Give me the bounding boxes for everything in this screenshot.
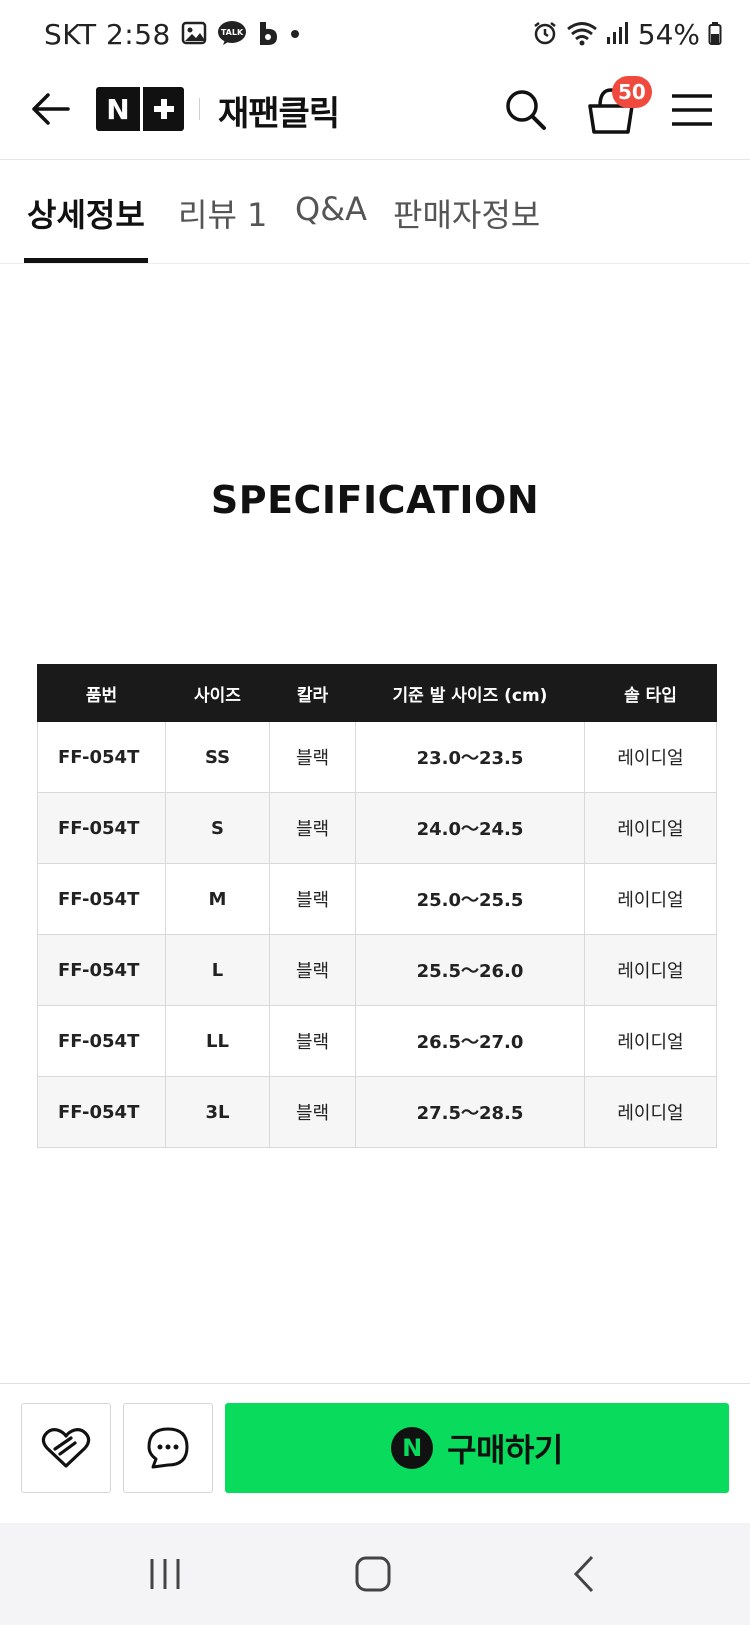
cell-foot-size: 24.0～24.5	[355, 792, 585, 864]
svg-text:TALK: TALK	[221, 28, 244, 37]
back-button[interactable]	[28, 86, 74, 132]
recent-apps-button[interactable]	[140, 1551, 190, 1597]
header-size: 사이즈	[165, 664, 270, 722]
cell-foot-size: 25.0～25.5	[355, 863, 585, 935]
cell-sole-type: 레이디얼	[584, 792, 717, 864]
cell-color: 블랙	[269, 792, 356, 864]
notification-dot-icon	[289, 20, 301, 50]
cell-color: 블랙	[269, 721, 356, 793]
cart-count-badge: 50	[612, 76, 652, 108]
menu-button[interactable]	[670, 90, 714, 130]
cell-foot-size: 27.5～28.5	[355, 1076, 585, 1148]
header-model: 품번	[37, 664, 166, 722]
cell-size: M	[165, 863, 270, 935]
cell-sole-type: 레이디얼	[584, 1076, 717, 1148]
cell-size: SS	[165, 721, 270, 793]
header-sole-type: 솔 타입	[584, 664, 717, 722]
cell-foot-size: 23.0～23.5	[355, 721, 585, 793]
cell-color: 블랙	[269, 1076, 356, 1148]
header-color: 칼라	[269, 664, 356, 722]
status-right: 54%	[532, 18, 722, 51]
home-icon	[355, 1556, 391, 1592]
app-header: N 재팬클릭 50	[0, 70, 750, 160]
table-row: FF-054T LL 블랙 26.5～27.0 레이디얼	[37, 1005, 717, 1077]
cell-size: L	[165, 934, 270, 1006]
logo-n-text: N	[106, 92, 130, 126]
chevron-left-icon	[573, 1555, 594, 1593]
wifi-icon	[566, 20, 598, 50]
cell-sole-type: 레이디얼	[584, 1005, 717, 1077]
cell-model: FF-054T	[37, 934, 166, 1006]
wishlist-button[interactable]	[21, 1403, 111, 1493]
tab-reviews[interactable]: 리뷰 1	[178, 190, 267, 236]
cell-color: 블랙	[269, 863, 356, 935]
tab-qna[interactable]: Q&A	[295, 190, 367, 228]
search-button[interactable]	[502, 86, 550, 134]
naver-plus-logo[interactable]: N	[96, 87, 184, 131]
cell-sole-type: 레이디얼	[584, 934, 717, 1006]
table-row: FF-054T M 블랙 25.0～25.5 레이디얼	[37, 863, 717, 935]
active-tab-indicator	[24, 258, 148, 263]
cell-model: FF-054T	[37, 1005, 166, 1077]
cell-sole-type: 레이디얼	[584, 863, 717, 935]
cell-model: FF-054T	[37, 721, 166, 793]
table-header-row: 품번 사이즈 칼라 기준 발 사이즈 (cm) 솔 타입	[37, 664, 717, 722]
arrow-left-icon	[32, 93, 70, 125]
hamburger-menu-icon	[672, 94, 712, 126]
product-tabs: 상세정보 리뷰 1 Q&A 판매자정보	[0, 160, 750, 264]
cell-size: LL	[165, 1005, 270, 1077]
cell-size: 3L	[165, 1076, 270, 1148]
buy-button[interactable]: N 구매하기	[225, 1403, 729, 1493]
band-app-icon	[257, 20, 279, 50]
back-nav-button[interactable]	[560, 1551, 610, 1597]
kakaotalk-icon: TALK	[217, 20, 247, 50]
table-row: FF-054T SS 블랙 23.0～23.5 레이디얼	[37, 721, 717, 793]
cell-color: 블랙	[269, 934, 356, 1006]
spec-title: SPECIFICATION	[210, 478, 540, 522]
chat-bubble-icon	[147, 1427, 189, 1469]
header-divider	[199, 98, 200, 120]
battery-icon	[708, 20, 722, 50]
talktalk-chat-button[interactable]	[123, 1403, 213, 1493]
battery-percent: 54%	[637, 18, 700, 51]
carrier-time: SKT 2:58	[44, 18, 171, 51]
naver-pay-icon: N	[391, 1427, 434, 1469]
plus-icon	[143, 87, 184, 131]
home-button[interactable]	[348, 1551, 398, 1597]
cell-model: FF-054T	[37, 1076, 166, 1148]
table-row: FF-054T L 블랙 25.5～26.0 레이디얼	[37, 934, 717, 1006]
gallery-icon	[181, 20, 207, 50]
status-bar: SKT 2:58 TALK 54%	[0, 0, 750, 70]
table-row: FF-054T S 블랙 24.0～24.5 레이디얼	[37, 792, 717, 864]
cell-model: FF-054T	[37, 792, 166, 864]
cell-foot-size: 25.5～26.0	[355, 934, 585, 1006]
cell-foot-size: 26.5～27.0	[355, 1005, 585, 1077]
cell-model: FF-054T	[37, 863, 166, 935]
bottom-action-bar: N 구매하기	[0, 1383, 750, 1523]
tab-detail-info[interactable]: 상세정보	[27, 190, 145, 236]
store-name[interactable]: 재팬클릭	[218, 86, 340, 135]
android-nav-bar	[0, 1523, 750, 1625]
spec-table: 품번 사이즈 칼라 기준 발 사이즈 (cm) 솔 타입 FF-054T SS …	[37, 664, 717, 1148]
search-icon	[506, 90, 546, 130]
status-left: SKT 2:58 TALK	[44, 18, 301, 51]
table-row: FF-054T 3L 블랙 27.5～28.5 레이디얼	[37, 1076, 717, 1148]
heart-icon	[41, 1428, 91, 1468]
alarm-icon	[532, 20, 558, 50]
tab-seller-info[interactable]: 판매자정보	[393, 190, 540, 236]
buy-label: 구매하기	[447, 1431, 563, 1469]
cell-color: 블랙	[269, 1005, 356, 1077]
cell-size: S	[165, 792, 270, 864]
signal-icon	[606, 20, 630, 50]
header-foot-size: 기준 발 사이즈 (cm)	[355, 664, 585, 722]
recent-apps-icon	[150, 1559, 180, 1589]
cell-sole-type: 레이디얼	[584, 721, 717, 793]
